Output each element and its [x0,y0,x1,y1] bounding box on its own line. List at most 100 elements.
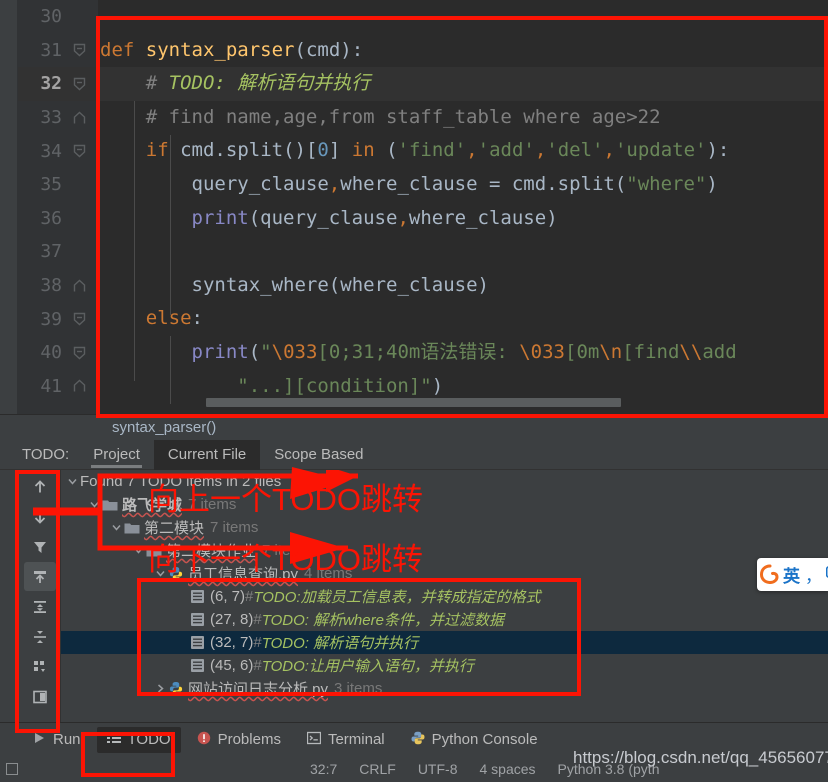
line-number: 36 [40,207,62,229]
indent-guide [170,336,171,404]
sogou-punctuation-toggle[interactable]: ， [805,562,822,587]
editor-horizontal-scrollbar[interactable] [196,396,828,408]
chevron-down-icon[interactable] [109,516,124,539]
editor-left-strip [0,0,18,414]
sogou-mode-label[interactable]: 英 [783,562,800,587]
todo-group-row[interactable]: 网站访问日志分析.py 3 items [61,677,828,700]
fold-marker-icon[interactable] [66,279,92,293]
todo-group-name: 员工信息查询.py [188,566,299,583]
fold-marker-icon[interactable] [66,379,92,393]
todo-group-row[interactable]: Found 7 TODO items in 2 files [61,470,828,493]
todo-item-row[interactable]: (27, 8) # TODO: 解析where条件，并过滤数据 [61,608,828,631]
scrollbar-thumb[interactable] [206,398,621,407]
todo-icon [190,585,210,608]
toolwindow-button-run-label: Run [53,731,81,748]
sogou-logo-icon[interactable] [759,563,781,587]
todo-group-count: 7 items [188,496,237,513]
todo-tab-bar: TODO: Project Current File Scope Based [0,439,828,470]
toolwindow-button-terminal[interactable]: Terminal [297,727,395,753]
todo-item-row[interactable]: (32, 7) # TODO: 解析语句并执行 [61,631,828,654]
gutter-line-36[interactable]: 36 [18,202,98,236]
toolwindow-button-todo[interactable]: TODO [96,726,181,753]
fold-marker-icon[interactable] [66,43,92,57]
todo-item-text: TODO: 解析语句并执行 [261,635,419,652]
expand-all-icon[interactable] [24,592,56,621]
chevron-down-icon[interactable] [153,562,168,585]
tab-project[interactable]: Project [79,440,154,470]
fold-marker-icon[interactable] [66,144,92,158]
todo-group-row[interactable]: 第二模块作业 7 items [61,539,828,562]
chevron-down-icon[interactable] [87,493,102,516]
tab-scope-based[interactable]: Scope Based [260,440,377,470]
code-line: print(query_clause,where_clause) [191,206,558,229]
code-line: def syntax_parser(cmd): [100,38,364,61]
line-number: 30 [40,6,62,28]
breadcrumb-label: syntax_parser() [112,419,217,436]
toolwindow-button-todo-label: TODO [127,731,171,748]
fold-marker-icon[interactable] [66,77,92,91]
status-encoding[interactable]: UTF-8 [418,761,458,777]
status-caret-position[interactable]: 32:7 [310,761,337,777]
tab-current-file[interactable]: Current File [153,439,261,470]
todo-group-name: 第二模块作业 [166,543,257,560]
line-number: 39 [40,308,62,330]
status-interpreter[interactable]: Python 3.8 (pyth [558,761,660,777]
gutter-line-40[interactable]: 40 [18,336,98,370]
previous-occurrence-icon[interactable] [24,472,56,501]
todo-action-toolbar [19,470,61,722]
todo-item-position: (45, 6) [210,657,254,674]
chevron-down-icon[interactable] [131,539,146,562]
todo-tool-window: TODO: Project Current File Scope Based F… [0,439,828,722]
status-indent[interactable]: 4 spaces [479,761,535,777]
filter-icon[interactable] [24,532,56,561]
code-line: # find name,age,from staff_table where a… [145,105,661,128]
gutter-line-33[interactable]: 33 [18,101,98,135]
line-number: 33 [40,107,62,129]
todo-group-row[interactable]: 第二模块 7 items [61,516,828,539]
folder-icon [124,516,144,539]
gutter-line-38[interactable]: 38 [18,269,98,303]
gutter-line-37[interactable]: 37 [18,235,98,269]
line-number: 37 [40,241,62,263]
code-text-area[interactable]: def syntax_parser(cmd): # TODO: 解析语句并执行 … [98,0,828,414]
gutter-line-31[interactable]: 31 [18,34,98,68]
gutter-line-34[interactable]: 34 [18,134,98,168]
todo-item-row[interactable]: (6, 7) # TODO:加载员工信息表，并转成指定的格式 [61,585,828,608]
tree-arrow-placeholder [175,608,190,631]
fold-marker-icon[interactable] [66,346,92,360]
sogou-ime-toolbar[interactable]: 英 ， [757,558,828,591]
todo-group-row[interactable]: 路飞学城 7 items [61,493,828,516]
editor-gutter[interactable]: 30 31 32 33 34 35 36 37 38 39 40 41 [18,0,98,414]
todo-group-count: 3 items [334,680,383,697]
code-editor[interactable]: 30 31 32 33 34 35 36 37 38 39 40 41 def syntax_pars… [0,0,828,414]
todo-group-count: 7 items [210,519,259,536]
todo-group-count: 4 items [304,565,353,582]
toolwindow-button-python-console[interactable]: Python Console [401,727,548,753]
autoscroll-to-source-icon[interactable] [23,562,56,591]
view-layout-icon[interactable] [24,682,56,711]
next-occurrence-icon[interactable] [24,502,56,531]
fold-marker-icon[interactable] [66,111,92,125]
breadcrumb[interactable]: syntax_parser() [0,414,828,440]
chevron-right-icon[interactable] [153,677,168,700]
tool-window-bar: Run TODO Problems Terminal Python Consol… [0,722,828,756]
group-by-icon[interactable] [24,652,56,681]
gutter-line-39[interactable]: 39 [18,302,98,336]
todo-tree[interactable]: Found 7 TODO items in 2 files 路飞学城 7 items… [61,470,828,722]
folder-icon [102,493,122,516]
collapse-all-icon[interactable] [24,622,56,651]
gutter-line-32[interactable]: 32 [18,67,98,101]
todo-item-row[interactable]: (45, 6) # TODO:让用户输入语句，并执行 [61,654,828,677]
tree-arrow-placeholder [175,585,190,608]
gutter-line-30[interactable]: 30 [18,0,98,34]
gutter-line-35[interactable]: 35 [18,168,98,202]
fold-marker-icon[interactable] [66,312,92,326]
toolwindow-button-run[interactable]: Run [22,727,91,753]
gutter-line-41[interactable]: 41 [18,370,98,404]
chevron-down-icon[interactable] [65,470,80,493]
todo-group-row[interactable]: 员工信息查询.py 4 items [61,562,828,585]
status-line-separator[interactable]: CRLF [359,761,396,777]
toolwindow-button-problems[interactable]: Problems [187,727,291,753]
line-number: 31 [40,39,62,61]
